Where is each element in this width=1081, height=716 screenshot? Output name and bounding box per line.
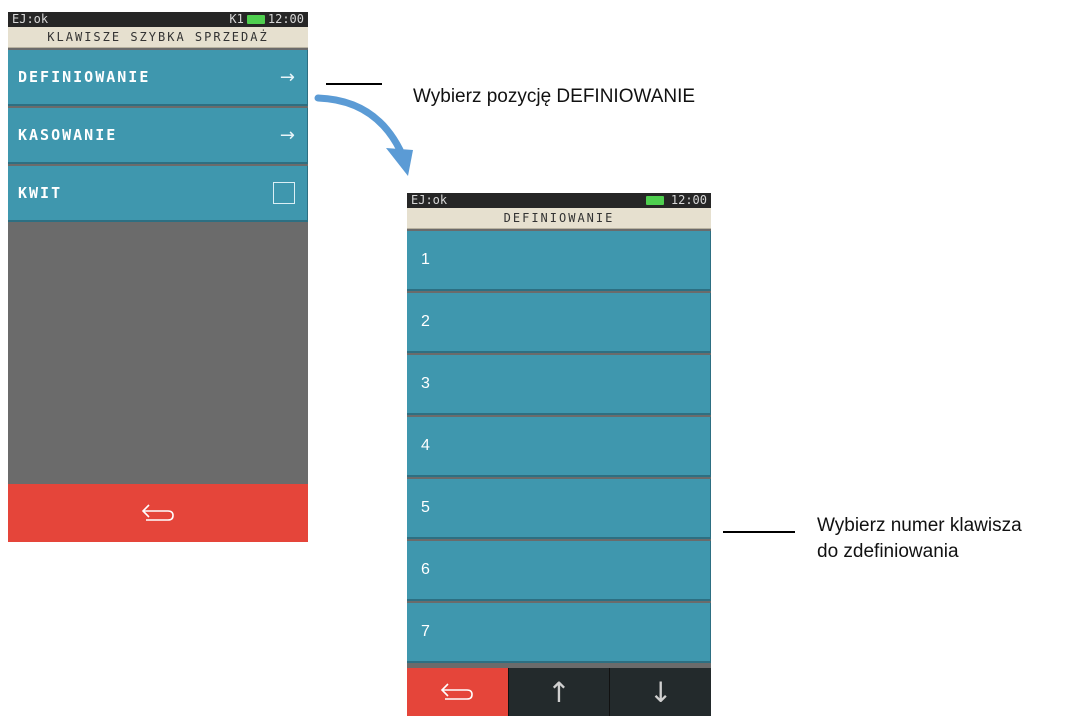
key-item-2[interactable]: 2 — [407, 293, 711, 353]
status-bar: EJ:ok 12:00 — [407, 193, 711, 208]
arrow-right-icon: → — [279, 124, 295, 146]
callout-key-number: Wybierz numer klawisza do zdefiniowania — [817, 513, 1022, 565]
screen-quick-sale-keys: EJ:ok K1 12:00 KLAWISZE SZYBKA SPRZEDAŻ … — [8, 12, 308, 542]
bottom-toolbar: ↑ ↓ — [407, 668, 711, 716]
status-ej: EJ:ok — [12, 12, 49, 26]
menu-item-label: DEFINIOWANIE — [18, 68, 151, 86]
menu-item-label: KASOWANIE — [18, 126, 118, 144]
menu-item-label: KWIT — [18, 184, 63, 202]
back-arrow-icon — [141, 504, 174, 521]
battery-icon — [645, 196, 664, 205]
menu-item-kwit[interactable]: KWIT — [8, 166, 308, 222]
status-time: 12:00 — [267, 12, 304, 26]
screen-title: KLAWISZE SZYBKA SPRZEDAŻ — [8, 27, 308, 48]
screen-title: DEFINIOWANIE — [407, 208, 711, 229]
screen-definiowanie: EJ:ok 12:00 DEFINIOWANIE 1 2 3 4 5 6 7 ↑… — [407, 193, 711, 716]
key-item-5[interactable]: 5 — [407, 479, 711, 539]
callout-line-1: Wybierz numer klawisza — [817, 515, 1022, 536]
back-button[interactable] — [8, 484, 308, 542]
scroll-down-button[interactable]: ↓ — [609, 668, 711, 716]
status-bar: EJ:ok K1 12:00 — [8, 12, 308, 27]
arrow-up-icon: ↑ — [547, 675, 571, 709]
back-button[interactable] — [407, 668, 508, 716]
key-item-1[interactable]: 1 — [407, 231, 711, 291]
curved-arrow-icon — [314, 94, 413, 176]
key-item-4[interactable]: 4 — [407, 417, 711, 477]
battery-icon — [246, 15, 265, 24]
menu-item-definiowanie[interactable]: DEFINIOWANIE → — [8, 50, 308, 106]
callout-line-2: do zdefiniowania — [817, 541, 959, 562]
arrow-down-icon: ↓ — [648, 675, 673, 709]
callout-line — [723, 531, 795, 533]
callout-line — [326, 83, 382, 85]
key-item-7[interactable]: 7 — [407, 603, 711, 663]
status-k1: K1 — [229, 12, 244, 26]
key-item-3[interactable]: 3 — [407, 355, 711, 415]
status-ej: EJ:ok — [411, 193, 448, 207]
scroll-up-button[interactable]: ↑ — [507, 668, 610, 716]
back-arrow-icon — [441, 683, 474, 700]
key-item-6[interactable]: 6 — [407, 541, 711, 601]
arrow-right-icon: → — [279, 66, 295, 88]
status-time: 12:00 — [670, 193, 707, 207]
menu-item-kasowanie[interactable]: KASOWANIE → — [8, 108, 308, 164]
callout-definiowanie: Wybierz pozycję DEFINIOWANIE — [413, 86, 696, 107]
checkbox-icon[interactable] — [273, 182, 295, 204]
